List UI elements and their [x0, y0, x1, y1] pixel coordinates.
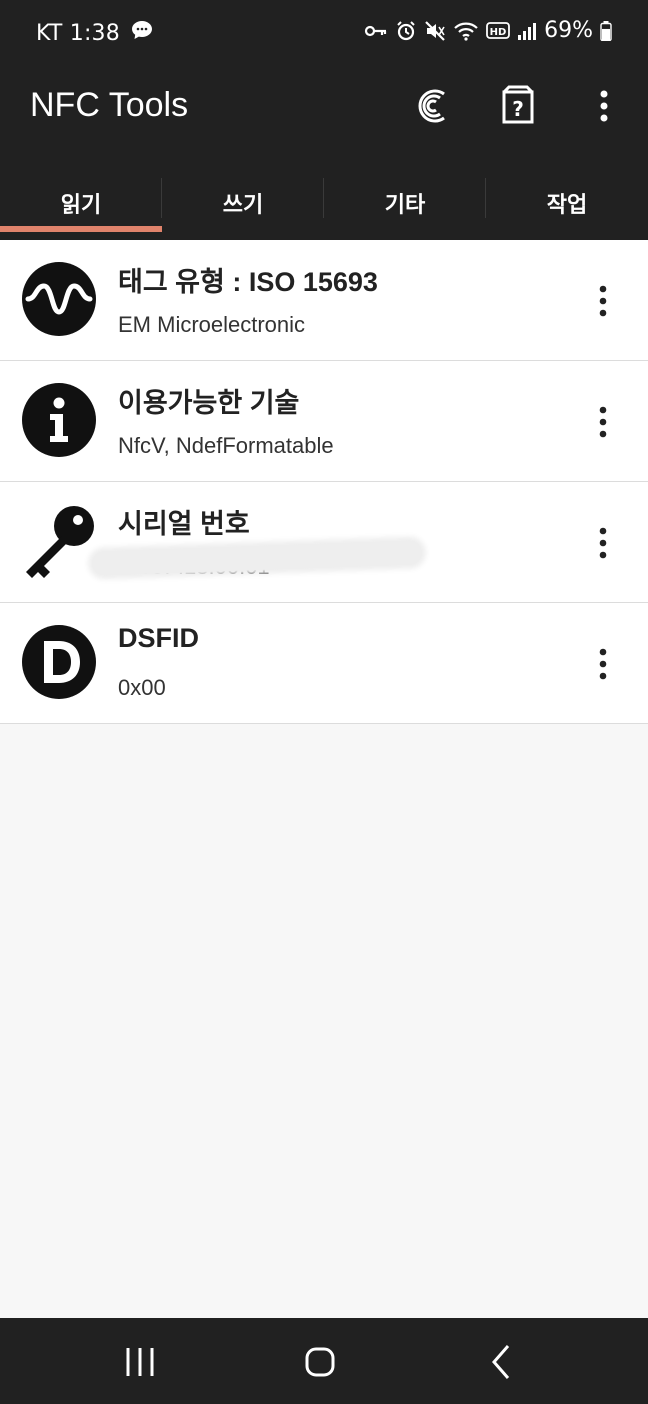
mute-icon	[424, 20, 446, 42]
list-item-tag-type[interactable]: 태그 유형 : ISO 15693 EM Microelectronic	[0, 240, 648, 361]
status-left: KT 1:38	[36, 18, 154, 48]
wifi-icon	[453, 20, 479, 42]
app-bar: NFC Tools ?	[0, 66, 648, 166]
item-value: 0x00	[118, 675, 166, 700]
list-item-technologies[interactable]: 이용가능한 기술 NfcV, NdefFormatable	[0, 361, 648, 482]
help-icon[interactable]: ?	[496, 84, 540, 128]
tab-other[interactable]: 기타	[324, 166, 486, 240]
d-letter-icon	[22, 625, 96, 699]
tab-tasks[interactable]: 작업	[486, 166, 648, 240]
list-item-dsfid[interactable]: DSFID 0x00	[0, 603, 648, 724]
chat-bubble-icon	[130, 18, 154, 48]
waveform-icon	[22, 262, 96, 336]
item-value: EM Microelectronic	[118, 312, 306, 337]
more-vert-icon[interactable]	[588, 405, 618, 439]
list-item-serial-number[interactable]: 시리얼 번호 15:CF:18:00:01	[0, 482, 648, 603]
key-icon	[22, 504, 96, 578]
tab-label: 읽기	[60, 193, 102, 218]
more-vert-icon[interactable]	[582, 84, 626, 128]
hd-icon: HD	[486, 21, 510, 41]
item-title: 시리얼 번호	[118, 509, 250, 539]
system-nav-bar	[0, 1318, 648, 1404]
tab-label: 작업	[546, 193, 588, 218]
status-right: HD 69%	[364, 18, 612, 43]
tab-write[interactable]: 쓰기	[162, 166, 324, 240]
app-title: NFC Tools	[30, 86, 189, 124]
svg-text:HD: HD	[490, 27, 507, 38]
item-title: DSFID	[118, 623, 199, 653]
more-vert-icon[interactable]	[588, 526, 618, 560]
battery-icon	[600, 20, 612, 41]
alarm-icon	[395, 20, 417, 42]
svg-text:?: ?	[512, 97, 524, 121]
info-icon	[22, 383, 96, 457]
tag-info-list: 태그 유형 : ISO 15693 EM Microelectronic 이용가…	[0, 240, 648, 724]
history-icon[interactable]	[410, 84, 454, 128]
tab-active-indicator	[0, 226, 162, 232]
item-value: NfcV, NdefFormatable	[118, 433, 334, 458]
item-title: 태그 유형 : ISO 15693	[118, 267, 378, 297]
signal-icon	[517, 21, 537, 41]
recents-icon[interactable]	[118, 1340, 162, 1384]
home-icon[interactable]	[298, 1340, 342, 1384]
tab-bar: 읽기 쓰기 기타 작업	[0, 166, 648, 240]
item-title: 이용가능한 기술	[118, 388, 300, 418]
more-vert-icon[interactable]	[588, 284, 618, 318]
tab-label: 기타	[384, 193, 426, 218]
battery-percent: 69%	[544, 18, 593, 43]
tab-read[interactable]: 읽기	[0, 166, 162, 240]
key-icon	[364, 21, 388, 41]
tab-label: 쓰기	[222, 193, 264, 218]
carrier-time: KT 1:38	[36, 20, 120, 46]
back-icon[interactable]	[480, 1340, 524, 1384]
status-bar: KT 1:38 HD 69%	[0, 0, 648, 66]
more-vert-icon[interactable]	[588, 647, 618, 681]
